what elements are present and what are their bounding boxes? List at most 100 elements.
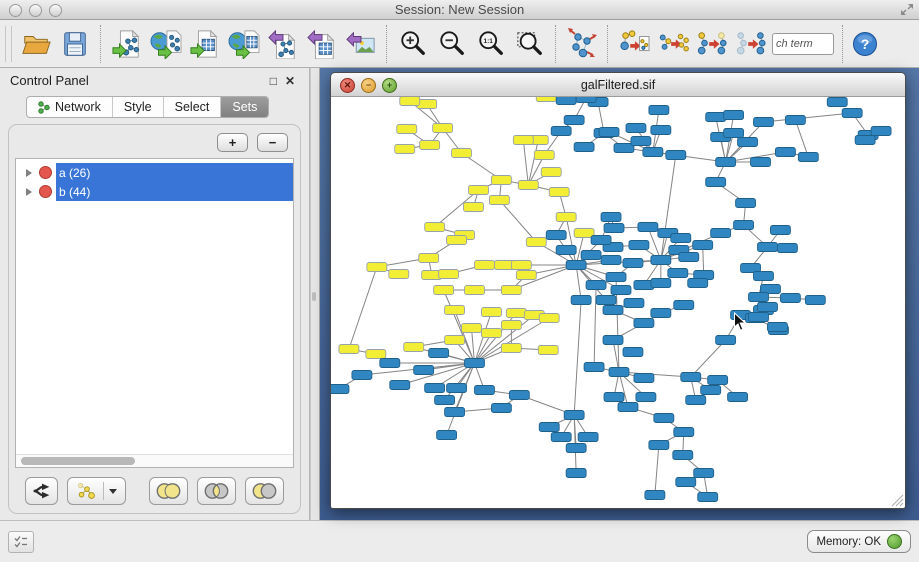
network-node	[475, 386, 495, 395]
save-session-button[interactable]	[55, 24, 94, 64]
network-node	[433, 124, 453, 133]
add-selection-to-set-icon[interactable]	[692, 24, 731, 64]
memory-status-button[interactable]: Memory: OK	[807, 530, 911, 553]
network-node	[626, 124, 646, 133]
network-node	[526, 238, 546, 247]
network-node	[591, 236, 611, 245]
network-node	[636, 393, 656, 402]
expand-icon[interactable]	[26, 169, 32, 177]
network-node	[556, 97, 576, 105]
scrollbar-thumb[interactable]	[21, 457, 135, 465]
network-node	[609, 368, 629, 377]
frame-close-button[interactable]: ✕	[340, 78, 355, 93]
close-panel-button[interactable]: ✕	[281, 74, 299, 88]
network-node	[518, 181, 538, 190]
toolbar-drag-handle[interactable]	[5, 26, 12, 62]
network-node	[447, 236, 467, 245]
main-toolbar: 1:1 ?	[0, 20, 919, 68]
network-node	[465, 359, 485, 368]
network-node	[509, 391, 529, 400]
network-node	[538, 346, 558, 355]
zoom-in-icon[interactable]	[393, 24, 432, 64]
network-node	[549, 188, 569, 197]
status-bar: Memory: OK	[0, 520, 919, 562]
import-table-file-icon[interactable]	[185, 24, 224, 64]
create-set-from-selection-icon[interactable]	[614, 24, 653, 64]
window-titlebar[interactable]: Session: New Session	[0, 0, 919, 20]
venn-difference-button[interactable]	[245, 477, 284, 505]
fullscreen-icon[interactable]	[900, 3, 914, 16]
button-divider	[103, 482, 104, 500]
venn-intersection-button[interactable]	[197, 477, 236, 505]
network-node	[539, 314, 559, 323]
horizontal-scrollbar[interactable]	[16, 454, 293, 467]
import-table-url-icon[interactable]	[224, 24, 263, 64]
set-row-a[interactable]: a (26)	[16, 163, 293, 182]
network-node	[611, 286, 631, 295]
frame-zoom-button[interactable]: +	[382, 78, 397, 93]
export-table-icon[interactable]	[302, 24, 341, 64]
tab-network[interactable]: Network	[27, 97, 112, 117]
close-window-button[interactable]	[9, 4, 22, 17]
network-node	[464, 203, 484, 212]
panel-splitter[interactable]	[310, 68, 320, 520]
network-node	[618, 403, 638, 412]
export-network-icon[interactable]	[263, 24, 302, 64]
toolbar-separator	[607, 25, 608, 63]
remove-set-button[interactable]: −	[257, 133, 288, 152]
network-node	[434, 286, 454, 295]
network-node	[556, 246, 576, 255]
network-canvas[interactable]	[331, 97, 905, 508]
zoom-out-icon[interactable]	[432, 24, 471, 64]
split-set-button[interactable]	[25, 477, 58, 505]
network-frame-titlebar[interactable]: ✕ − + galFiltered.sif	[331, 73, 905, 97]
open-session-button[interactable]	[16, 24, 55, 64]
window-traffic-lights	[9, 4, 62, 17]
network-node	[758, 243, 778, 252]
network-node	[654, 414, 674, 423]
task-history-button[interactable]	[8, 531, 34, 553]
help-icon[interactable]: ?	[849, 24, 881, 64]
create-set-menu-button[interactable]	[67, 477, 126, 505]
zoom-actual-size-icon[interactable]: 1:1	[471, 24, 510, 64]
network-node	[419, 254, 439, 263]
set-label: b (44)	[59, 185, 90, 199]
tab-sets[interactable]: Sets	[220, 97, 268, 117]
network-node	[805, 296, 825, 305]
venn-union-button[interactable]	[149, 477, 188, 505]
set-row-b[interactable]: b (44)	[16, 182, 293, 201]
zoom-window-button[interactable]	[49, 4, 62, 17]
resize-grip-icon[interactable]	[891, 494, 904, 507]
expand-icon[interactable]	[26, 188, 32, 196]
export-image-icon[interactable]	[341, 24, 380, 64]
network-node	[566, 261, 586, 270]
search-input[interactable]	[772, 33, 834, 55]
add-set-button[interactable]: +	[217, 133, 248, 152]
float-panel-button[interactable]: □	[266, 74, 281, 88]
dropdown-caret-icon[interactable]	[109, 489, 117, 494]
network-node	[770, 226, 790, 235]
network-node	[489, 196, 509, 205]
frame-minimize-button[interactable]: −	[361, 78, 376, 93]
network-node	[501, 321, 521, 330]
select-set-nodes-icon[interactable]	[653, 24, 692, 64]
set-color-dot	[39, 185, 52, 198]
tab-style[interactable]: Style	[112, 97, 163, 117]
apply-layout-icon[interactable]	[562, 24, 601, 64]
import-network-url-icon[interactable]	[146, 24, 185, 64]
network-node	[623, 348, 643, 357]
zoom-fit-icon[interactable]	[510, 24, 549, 64]
tab-select[interactable]: Select	[163, 97, 221, 117]
network-tab-icon	[38, 101, 50, 114]
network-view[interactable]	[331, 97, 905, 508]
remove-selection-from-set-icon[interactable]	[731, 24, 770, 64]
splitter-handle[interactable]	[312, 292, 316, 301]
control-panel-tabs: Network Style Select Sets	[26, 96, 269, 118]
network-node	[551, 127, 571, 136]
sets-list[interactable]: a (26) b (44)	[15, 158, 294, 468]
minimize-window-button[interactable]	[29, 4, 42, 17]
network-node	[564, 116, 584, 125]
import-network-file-icon[interactable]	[107, 24, 146, 64]
svg-text:?: ?	[861, 36, 870, 52]
network-node	[674, 301, 694, 310]
